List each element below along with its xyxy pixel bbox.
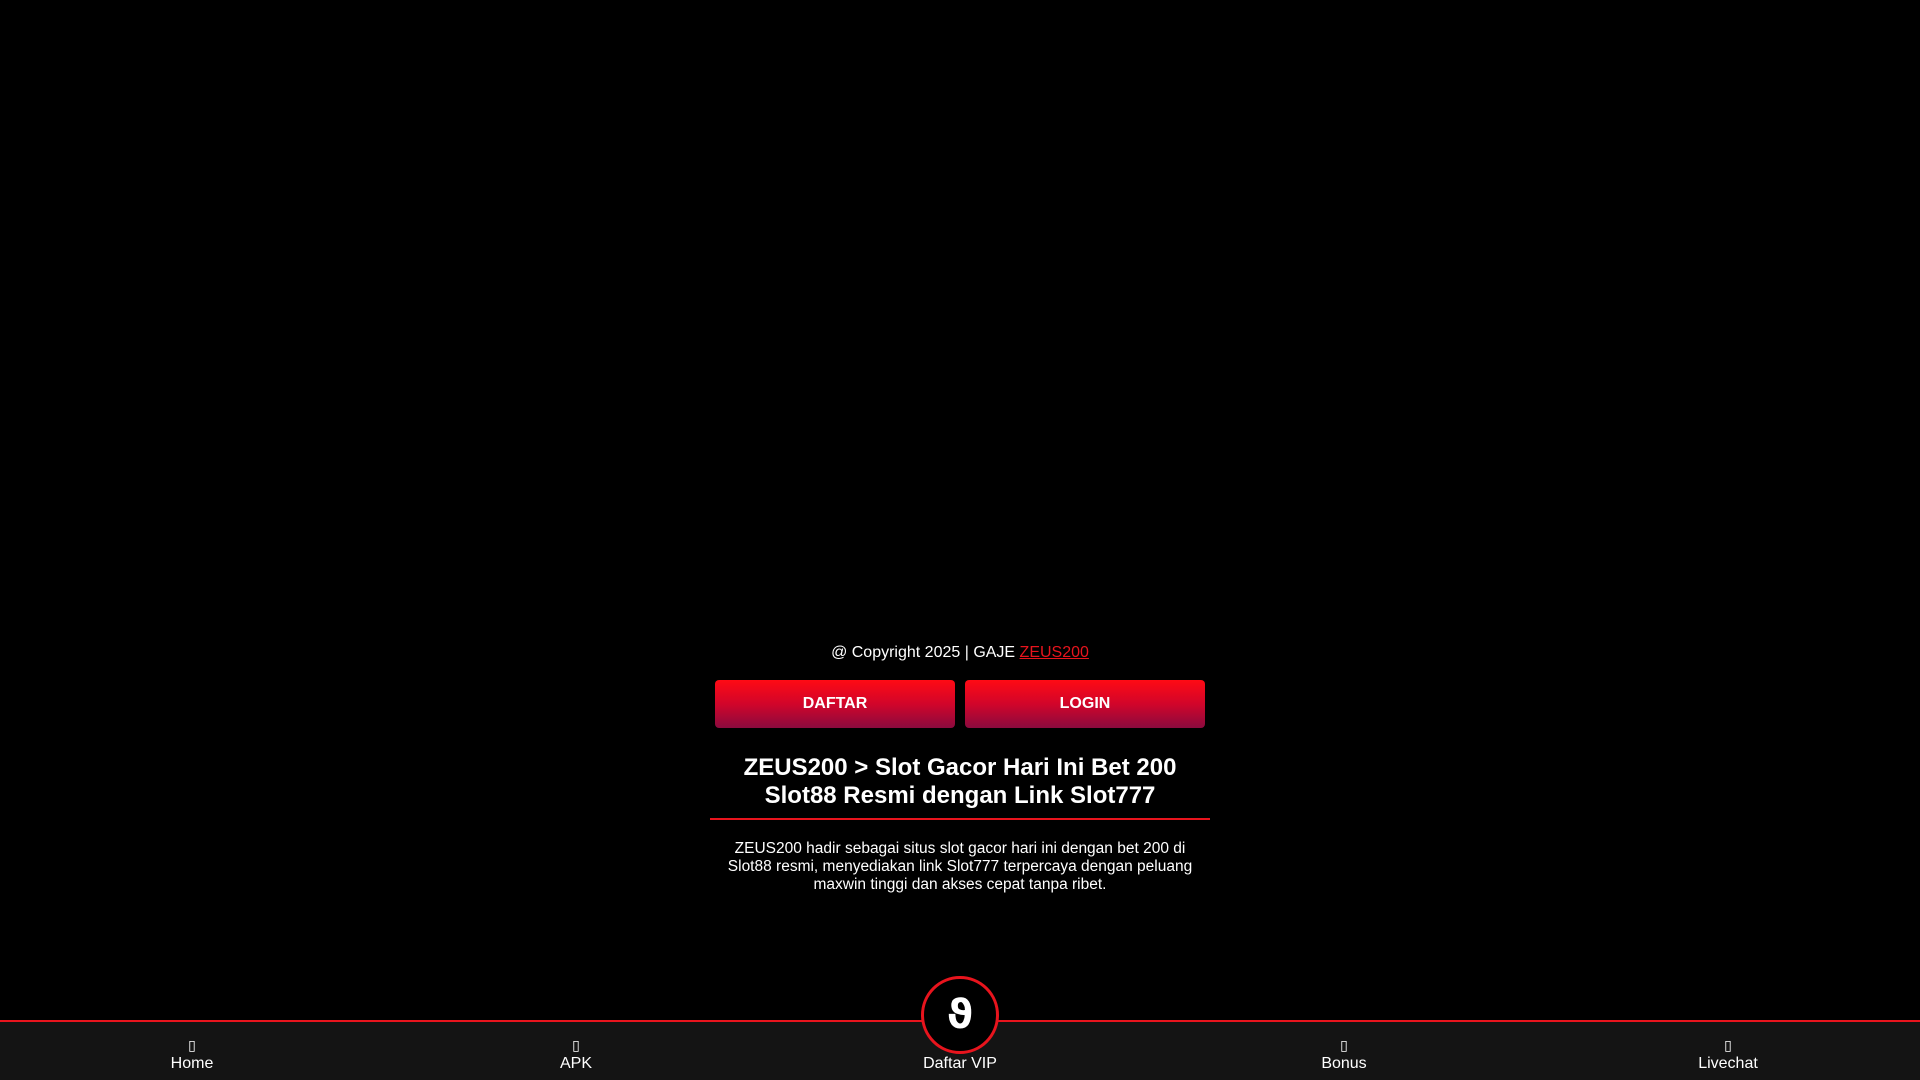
login-button[interactable]: LOGIN <box>965 680 1205 728</box>
brand-link[interactable]: ZEUS200 <box>1020 644 1089 661</box>
nav-label-apk: APK <box>559 1055 592 1072</box>
page: @ Copyright 2025 | GAJE ZEUS200 DAFTAR L… <box>0 0 1920 1080</box>
nav-item-bonus[interactable]: ▯ Bonus <box>1152 1022 1536 1080</box>
nav-item-home[interactable]: ▯ Home <box>0 1022 384 1080</box>
daftar-button[interactable]: DAFTAR <box>715 680 955 728</box>
chat-icon: ▯ <box>1724 1038 1732 1054</box>
nav-item-apk[interactable]: ▯ APK <box>384 1022 768 1080</box>
auth-buttons: DAFTAR LOGIN <box>710 680 1210 728</box>
nav-label-livechat: Livechat <box>1698 1055 1758 1072</box>
download-icon: ▯ <box>572 1038 580 1054</box>
page-title: ZEUS200 > Slot Gacor Hari Ini Bet 200 Sl… <box>710 754 1210 820</box>
nav-item-livechat[interactable]: ▯ Livechat <box>1536 1022 1920 1080</box>
nav-label-bonus: Bonus <box>1321 1055 1367 1072</box>
nav-item-daftar-vip[interactable]: ϑ Daftar VIP <box>768 976 1152 1080</box>
copyright-prefix: @ Copyright 2025 | GAJE <box>831 644 1020 661</box>
nav-label-daftar-vip: Daftar VIP <box>923 1055 997 1072</box>
copyright-text: @ Copyright 2025 | GAJE ZEUS200 <box>710 640 1210 666</box>
home-icon: ▯ <box>188 1038 196 1054</box>
nav-label-home: Home <box>170 1055 214 1072</box>
page-description: ZEUS200 hadir sebagai situs slot gacor h… <box>727 840 1193 893</box>
vip-icon[interactable]: ϑ <box>921 976 999 1054</box>
bottom-nav: ▯ Home ▯ APK ϑ Daftar VIP ▯ Bonus ▯ Live… <box>0 976 1920 1080</box>
gift-icon: ▯ <box>1340 1038 1348 1054</box>
main-content: @ Copyright 2025 | GAJE ZEUS200 DAFTAR L… <box>710 640 1210 894</box>
